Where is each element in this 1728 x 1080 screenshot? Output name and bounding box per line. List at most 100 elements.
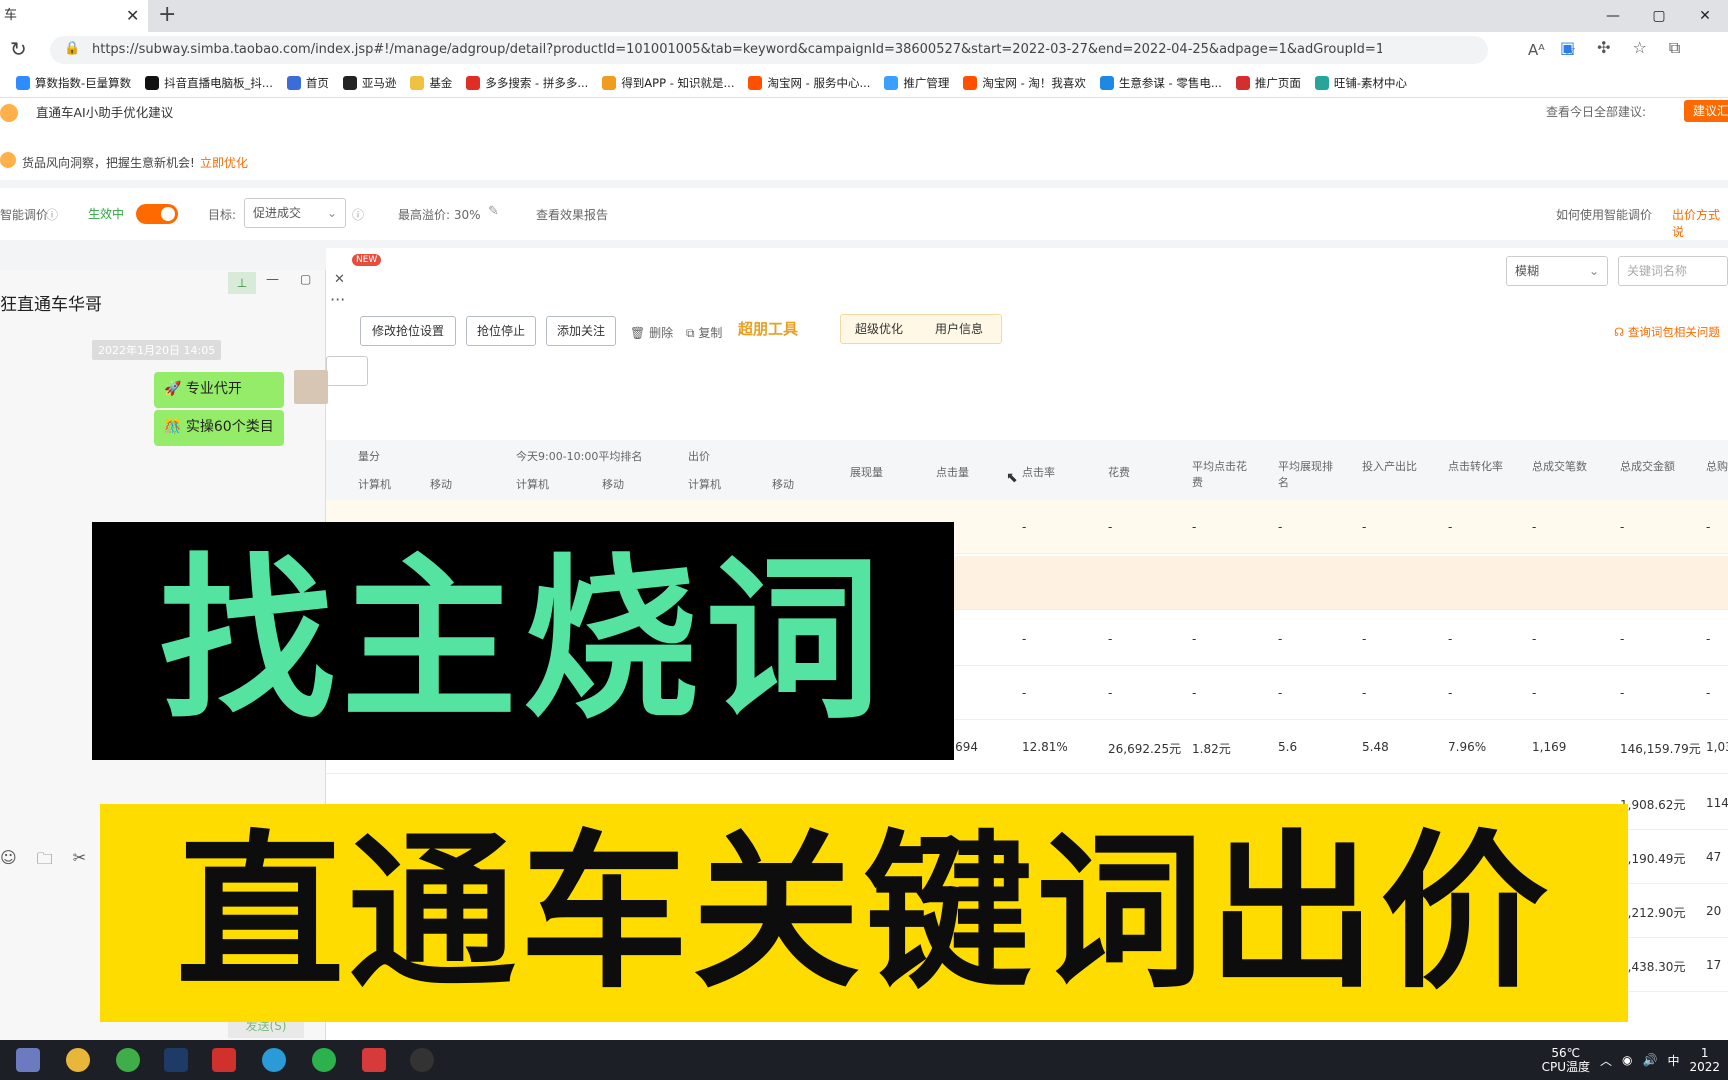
max-premium: 最高溢价: 30%: [398, 208, 481, 222]
sub-header-mobile[interactable]: 移动: [430, 476, 452, 492]
modify-rank-button[interactable]: 修改抢位设置: [360, 316, 456, 346]
chevron-up-icon[interactable]: ︿: [1600, 1052, 1612, 1069]
tab-user-info[interactable]: 用户信息: [935, 315, 983, 343]
query-link[interactable]: ☊ 查询词包相关问题: [1614, 324, 1720, 340]
help-icon[interactable]: ⓘ: [46, 206, 58, 223]
reload-icon[interactable]: ↻: [10, 37, 27, 61]
tab-super-optimize[interactable]: 超级优化: [855, 315, 903, 343]
recorder-icon[interactable]: [410, 1048, 434, 1072]
col-clicks[interactable]: 点击量: [936, 464, 969, 480]
file-icon[interactable]: [16, 1048, 40, 1072]
keyword-search-input[interactable]: 关键词名称: [1618, 256, 1728, 286]
checkbox-filter[interactable]: [326, 356, 368, 386]
col-avg-cpc[interactable]: 平均点击花费: [1192, 458, 1252, 490]
url-field[interactable]: 🔒 https://subway.simba.taobao.com/index.…: [50, 36, 1576, 64]
photoshop-icon[interactable]: [164, 1048, 188, 1072]
col-orders[interactable]: 总成交笔数: [1532, 458, 1592, 474]
summary-button[interactable]: 建议汇总: [1684, 100, 1728, 122]
url-text[interactable]: https://subway.simba.taobao.com/index.js…: [92, 36, 1382, 64]
maximize-button[interactable]: ▢: [1636, 0, 1682, 32]
col-conversion[interactable]: 点击转化率: [1448, 458, 1508, 474]
bookmark-item[interactable]: 亚马逊: [342, 75, 396, 91]
extension-icon[interactable]: ▣: [1560, 38, 1575, 58]
tool-tabs: 超级优化 用户信息: [840, 314, 1002, 344]
group-header-rank: 今天9:00-10:00平均排名: [516, 450, 643, 463]
maximize-icon[interactable]: ▢: [300, 272, 311, 286]
stop-rank-button[interactable]: 抢位停止: [466, 316, 536, 346]
emoji-icon[interactable]: ☺: [0, 848, 17, 875]
table-cell: -: [1278, 686, 1283, 700]
bookmark-item[interactable]: 多多搜索 - 拼多多...: [466, 75, 588, 91]
favorites-icon[interactable]: ☆: [1633, 38, 1647, 58]
sub-header-pc[interactable]: 计算机: [358, 476, 391, 492]
bookmark-item[interactable]: 推广页面: [1235, 75, 1301, 91]
bookmark-item[interactable]: 推广管理: [884, 75, 949, 91]
col-cost[interactable]: 花费: [1108, 464, 1130, 480]
delete-button[interactable]: 🗑 删除: [630, 324, 673, 341]
collections-icon[interactable]: ⧉: [1669, 38, 1680, 58]
browser-tab[interactable]: 车 ✕: [0, 0, 148, 32]
bookmark-item[interactable]: 淘宝网 - 服务中心...: [748, 75, 870, 91]
how-to-link[interactable]: 如何使用智能调价: [1556, 206, 1652, 223]
bookmark-item[interactable]: 生意参谋 - 零售电...: [1099, 75, 1222, 91]
col-avg-rank[interactable]: 平均展现排名: [1278, 458, 1338, 490]
bookmark-item[interactable]: 基金: [410, 75, 452, 91]
sub-header-mobile[interactable]: 移动: [772, 476, 794, 492]
edge-icon[interactable]: [262, 1048, 286, 1072]
table-cell: 1,908.62元: [1620, 798, 1686, 812]
report-link[interactable]: 查看效果报告: [536, 206, 608, 223]
bookmark-icon: [342, 75, 357, 90]
bid-mode-link[interactable]: 出价方式说: [1672, 206, 1728, 240]
taskbar: 56℃ CPU温度 ︿ ◉ 🔊 中 1 2022: [0, 1040, 1728, 1080]
new-tab-button[interactable]: +: [158, 0, 176, 32]
optimize-link[interactable]: 立即优化: [200, 154, 248, 171]
table-cell: -: [1532, 520, 1537, 534]
match-select[interactable]: 模糊 ⌄: [1506, 256, 1608, 286]
table-cell: -: [1022, 686, 1027, 700]
close-icon[interactable]: ✕: [334, 272, 345, 287]
copy-button[interactable]: ⧉ 复制: [686, 324, 722, 341]
minimize-button[interactable]: —: [1590, 0, 1636, 32]
bookmark-item[interactable]: 抖音直播电脑板_抖...: [145, 75, 273, 91]
clock[interactable]: 1 2022: [1689, 1046, 1720, 1074]
volume-icon[interactable]: 🔊: [1642, 1053, 1657, 1067]
add-follow-button[interactable]: 添加关注: [546, 316, 616, 346]
folder-icon[interactable]: 🗀: [37, 848, 53, 875]
puzzle-icon[interactable]: ✣: [1597, 38, 1610, 58]
message-text: 专业代开: [185, 381, 242, 397]
col-impressions[interactable]: 展现量: [850, 464, 883, 480]
wps-icon[interactable]: [212, 1048, 236, 1072]
col-gmv[interactable]: 总成交金额: [1620, 458, 1675, 474]
col-total[interactable]: 总购: [1706, 458, 1728, 474]
network-icon[interactable]: ◉: [1622, 1053, 1632, 1067]
bookmark-item[interactable]: 淘宝网 - 淘！我喜欢: [963, 75, 1086, 91]
target-select[interactable]: 促进成交 ⌄: [244, 198, 346, 228]
minimize-icon[interactable]: —: [266, 272, 279, 287]
col-ctr[interactable]: 点击率: [1022, 464, 1055, 480]
help-icon[interactable]: ⓘ: [352, 206, 364, 223]
read-aloud-icon[interactable]: Aᴬ: [1528, 36, 1545, 64]
more-icon[interactable]: ···: [330, 290, 345, 309]
search-placeholder: 关键词名称: [1627, 264, 1688, 278]
app-icon[interactable]: [362, 1048, 386, 1072]
close-window-button[interactable]: ✕: [1682, 0, 1728, 32]
bookmark-item[interactable]: 旺铺-素材中心: [1314, 75, 1407, 91]
wechat-icon[interactable]: [312, 1048, 336, 1072]
bookmark-item[interactable]: 得到APP - 知识就是...: [602, 75, 734, 91]
close-tab-icon[interactable]: ✕: [126, 0, 146, 32]
scissors-icon[interactable]: ✂: [73, 848, 86, 875]
app-icon[interactable]: [116, 1048, 140, 1072]
chrome-icon[interactable]: [66, 1048, 90, 1072]
edit-icon[interactable]: ✎: [488, 204, 499, 219]
sub-header-pc[interactable]: 计算机: [688, 476, 721, 492]
lock-icon[interactable]: 🔒: [64, 41, 80, 56]
avatar[interactable]: [294, 370, 328, 404]
bookmark-item[interactable]: 算数指数-巨量算数: [16, 75, 131, 91]
smart-bid-toggle[interactable]: [136, 204, 178, 224]
bookmark-item[interactable]: 首页: [286, 75, 329, 91]
bookmark-label: 推广页面: [1254, 75, 1301, 90]
ime-indicator[interactable]: 中: [1667, 1052, 1679, 1069]
pin-icon[interactable]: ⊥: [228, 272, 256, 294]
col-roi[interactable]: 投入产出比: [1362, 458, 1422, 474]
message-bubble: 🚀 专业代开: [154, 372, 284, 408]
